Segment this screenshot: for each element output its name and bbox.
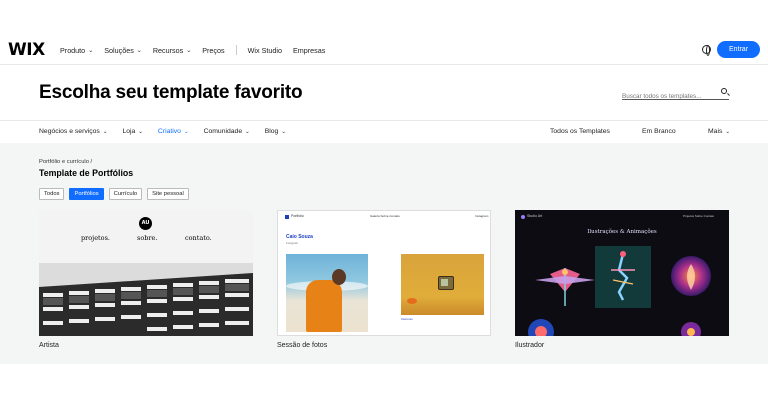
preview-link: sobre. <box>137 234 158 242</box>
preview-nav: Galeria Sobre Contato <box>370 214 400 218</box>
preview-logo <box>521 215 525 219</box>
head-shape <box>332 269 346 285</box>
category-comunidade[interactable]: Comunidade ⌄ <box>204 128 250 135</box>
preview-logo <box>285 215 289 219</box>
chevron-down-icon: ⌄ <box>186 47 192 54</box>
nav-empresas[interactable]: Empresas <box>293 46 325 55</box>
chevron-down-icon: ⌄ <box>88 47 94 54</box>
chevron-down-icon: ⌄ <box>102 128 108 135</box>
filter-chips: Todos Portfólios Currículo Site pessoal <box>39 188 194 200</box>
filter-curriculo[interactable]: Currículo <box>108 188 143 200</box>
preview-person-name: Caio Souza <box>286 234 313 240</box>
link-em-branco[interactable]: Em Branco <box>642 128 676 135</box>
preview-subtitle: Fotógrafo <box>286 241 298 245</box>
breadcrumb[interactable]: Portfólio e currículo / <box>39 159 92 165</box>
nav-solucoes-label: Soluções <box>104 45 134 55</box>
still-life-photo <box>401 254 484 315</box>
filter-todos[interactable]: Todos <box>39 188 65 200</box>
building-photo <box>39 263 253 336</box>
category-label: Loja <box>122 128 136 135</box>
category-label: Blog <box>264 128 279 135</box>
category-loja[interactable]: Loja ⌄ <box>122 128 142 135</box>
nav-produto-label: Produto <box>60 45 86 55</box>
preview-title: Ilustrações & Animações <box>587 229 657 235</box>
preview-link: contato. <box>185 234 212 242</box>
category-label: Negócios e serviços <box>39 128 100 135</box>
preview-brand: Portfolio <box>291 214 304 218</box>
menu-mais-label: Mais <box>708 128 723 135</box>
template-search <box>622 85 729 104</box>
category-blog[interactable]: Blog ⌄ <box>265 128 286 135</box>
link-todos-templates[interactable]: Todos os Templates <box>550 128 610 135</box>
template-thumbnail[interactable]: Portfolio Galeria Sobre Contato Instagra… <box>277 210 491 336</box>
chevron-down-icon: ⌄ <box>245 128 250 135</box>
main-menu: Produto ⌄ Soluções ⌄ Recursos ⌄ Preços Wix … <box>60 45 336 55</box>
nav-recursos-label: Recursos <box>152 45 184 55</box>
template-name[interactable]: Artista <box>39 342 59 349</box>
preview-logo: AU <box>139 217 152 230</box>
preview-link: projetos. <box>81 234 110 242</box>
top-navigation: WIX Produto ⌄ Soluções ⌄ Recursos ⌄ Preços … <box>0 0 768 64</box>
divider <box>0 64 768 65</box>
nav-solucoes[interactable]: Soluções ⌄ <box>104 46 142 55</box>
chevron-down-icon: ⌄ <box>138 128 143 135</box>
chevron-down-icon: ⌄ <box>725 128 730 135</box>
section-title: Template de Portfólios <box>39 168 134 178</box>
template-thumbnail[interactable]: Studio Art Projetos Sobre Contato Ilustr… <box>515 210 729 336</box>
fruit-shape <box>407 298 417 304</box>
preview-nav-right: Instagram <box>475 214 489 218</box>
category-negocios[interactable]: Negócios e serviços ⌄ <box>39 128 107 135</box>
building-photo-graphic <box>39 263 253 336</box>
template-card-artista[interactable]: AU projetos. sobre. contato. Artista <box>39 210 253 349</box>
category-label: Comunidade <box>203 128 243 135</box>
template-thumbnail[interactable]: AU projetos. sobre. contato. <box>39 210 253 336</box>
nav-recursos[interactable]: Recursos ⌄ <box>153 46 191 55</box>
filter-site-pessoal[interactable]: Site pessoal <box>147 188 189 200</box>
nav-produto[interactable]: Produto ⌄ <box>60 46 93 55</box>
chevron-down-icon: ⌄ <box>136 47 142 54</box>
search-icon[interactable] <box>721 88 727 94</box>
template-name[interactable]: Sessão de fotos <box>277 342 327 349</box>
preview-nav: Projetos Sobre Contato <box>683 214 715 218</box>
nav-precos-label: Preços <box>202 45 225 55</box>
search-input[interactable] <box>622 89 714 104</box>
divider <box>0 120 768 121</box>
illustrations-artwork <box>515 240 729 336</box>
person-shape <box>306 280 342 332</box>
template-name[interactable]: Ilustrador <box>515 342 544 349</box>
page-title: Escolha seu template favorito <box>39 82 303 103</box>
preview-caption: Interiores <box>401 317 413 321</box>
filter-portfolios[interactable]: Portfólios <box>69 188 104 200</box>
preview-brand: Studio Art <box>527 214 543 218</box>
nav-precos[interactable]: Preços <box>202 46 224 55</box>
chevron-down-icon: ⌄ <box>183 128 189 135</box>
chevron-down-icon: ⌄ <box>281 128 286 135</box>
nav-divider <box>235 45 237 55</box>
globe-icon[interactable] <box>702 45 711 56</box>
category-label: Criativo <box>157 128 181 135</box>
menu-mais[interactable]: Mais ⌄ <box>708 128 730 135</box>
category-criativo[interactable]: Criativo ⌄ <box>158 128 189 135</box>
nav-wix-studio[interactable]: Wix Studio <box>248 46 282 55</box>
template-card-ilustrador[interactable]: Studio Art Projetos Sobre Contato Ilustr… <box>515 210 729 349</box>
category-menu: Negócios e serviços ⌄ Loja ⌄ Criativo ⌄ Com… <box>39 128 301 135</box>
login-button[interactable]: Entrar <box>717 41 760 58</box>
beach-portrait-photo <box>286 254 368 332</box>
tv-icon <box>438 276 454 290</box>
wix-logo[interactable]: WIX <box>8 40 45 60</box>
template-card-sessao-de-fotos[interactable]: Portfolio Galeria Sobre Contato Instagra… <box>277 210 491 349</box>
